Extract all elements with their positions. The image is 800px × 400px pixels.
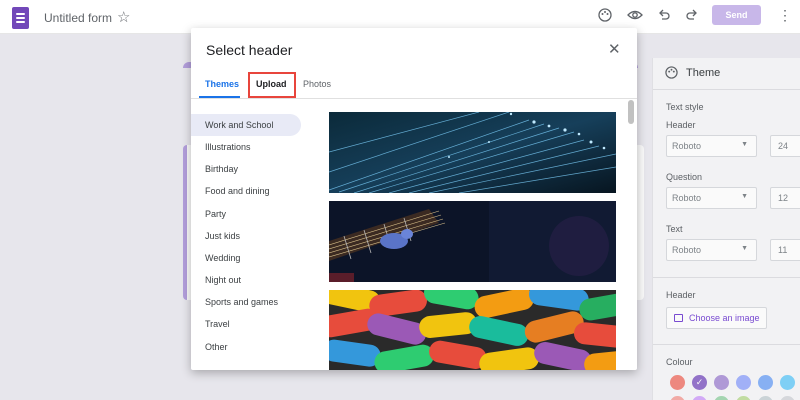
category-work-and-school[interactable]: Work and School <box>191 114 301 136</box>
guitar-header-image[interactable] <box>329 201 616 282</box>
forms-doc-icon[interactable] <box>12 7 29 29</box>
upload-tab-highlight <box>248 72 296 98</box>
redo-icon[interactable] <box>685 8 699 25</box>
category-illustrations[interactable]: Illustrations <box>191 136 301 158</box>
tab-photos[interactable]: Photos <box>303 79 331 89</box>
category-night-out[interactable]: Night out <box>191 269 301 291</box>
fiber-optic-header-image[interactable] <box>329 112 616 193</box>
close-icon[interactable]: ✕ <box>608 40 621 58</box>
category-party[interactable]: Party <box>191 203 301 225</box>
category-sports-and-games[interactable]: Sports and games <box>191 291 301 313</box>
form-title[interactable]: Untitled form <box>44 11 112 25</box>
category-travel[interactable]: Travel <box>191 313 301 335</box>
category-just-kids[interactable]: Just kids <box>191 225 301 247</box>
category-wedding[interactable]: Wedding <box>191 247 301 269</box>
palette-icon[interactable] <box>598 8 612 25</box>
tab-themes[interactable]: Themes <box>205 79 239 89</box>
send-button[interactable]: Send <box>712 5 761 25</box>
eye-icon[interactable] <box>627 8 643 25</box>
candy-header-image[interactable] <box>329 290 616 370</box>
category-food-and-dining[interactable]: Food and dining <box>191 180 301 202</box>
undo-icon[interactable] <box>657 8 671 25</box>
dialog-title: Select header <box>206 42 293 58</box>
dialog-scrollbar[interactable] <box>628 100 634 124</box>
category-birthday[interactable]: Birthday <box>191 158 301 180</box>
active-tab-indicator <box>199 96 240 98</box>
more-vert-icon[interactable]: ⋮ <box>778 7 792 24</box>
select-header-dialog: Select header ✕ Themes Upload Photos Wor… <box>191 28 637 370</box>
star-icon[interactable]: ☆ <box>117 8 130 26</box>
category-other[interactable]: Other <box>191 336 301 358</box>
